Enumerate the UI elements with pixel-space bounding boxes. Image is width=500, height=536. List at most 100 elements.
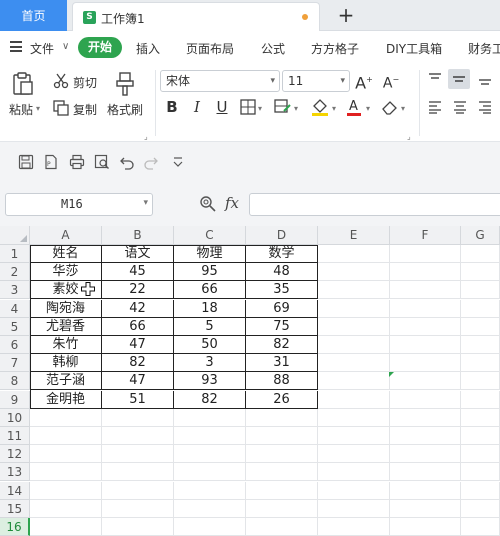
chevron-down-icon[interactable]: ▾ [340, 71, 345, 91]
chevron-down-icon[interactable]: ▾ [143, 198, 148, 208]
fill-color-icon[interactable] [311, 97, 329, 117]
underline-icon[interactable]: U [213, 98, 231, 116]
cell-a2[interactable]: 华莎 [30, 263, 102, 282]
cell-d10[interactable] [246, 408, 318, 427]
row-header-5[interactable]: 5 [0, 317, 30, 336]
chevron-down-icon[interactable]: ▾ [36, 104, 40, 113]
cell-b8[interactable]: 47 [102, 372, 174, 391]
align-right-icon[interactable] [478, 100, 492, 114]
cell-f3[interactable] [390, 281, 461, 300]
cell-b5[interactable]: 66 [102, 317, 174, 336]
cell-e7[interactable] [318, 354, 390, 373]
cell-e14[interactable] [318, 481, 390, 500]
cell-g16[interactable] [461, 518, 500, 536]
chevron-down-icon[interactable]: ∨ [62, 41, 69, 52]
cell-e16[interactable] [318, 518, 390, 536]
cell-g9[interactable] [461, 390, 500, 409]
cell-c16[interactable] [174, 518, 246, 536]
insert-function-icon[interactable]: fx [225, 194, 239, 212]
cell-d6[interactable]: 82 [246, 336, 318, 354]
cell-g2[interactable] [461, 263, 500, 282]
cell-e3[interactable] [318, 281, 390, 300]
cell-c13[interactable] [174, 463, 246, 482]
cell-e10[interactable] [318, 408, 390, 427]
cut-label[interactable]: 剪切 [73, 74, 97, 91]
cell-b10[interactable] [102, 408, 174, 427]
format-painter-icon[interactable] [115, 72, 135, 96]
column-header-g[interactable]: G [461, 226, 500, 245]
cell-c12[interactable] [174, 445, 246, 464]
column-header-b[interactable]: B [102, 226, 174, 245]
row-header-1[interactable]: 1 [0, 245, 30, 263]
cell-d15[interactable] [246, 499, 318, 518]
cell-e13[interactable] [318, 463, 390, 482]
format-painter-label[interactable]: 格式刷 [107, 101, 143, 118]
undo-icon[interactable] [119, 154, 135, 170]
cell-g3[interactable] [461, 281, 500, 300]
cell-f10[interactable] [390, 408, 461, 427]
cell-a11[interactable] [30, 427, 102, 445]
cell-a15[interactable] [30, 499, 102, 518]
align-top-icon[interactable] [428, 72, 442, 86]
align-bottom-icon[interactable] [478, 72, 492, 86]
cell-g5[interactable] [461, 317, 500, 336]
row-header-11[interactable]: 11 [0, 427, 30, 445]
cell-style-icon[interactable] [274, 99, 292, 115]
cell-g14[interactable] [461, 481, 500, 500]
print-icon[interactable] [69, 154, 85, 170]
column-header-a[interactable]: A [30, 226, 102, 245]
column-header-f[interactable]: F [390, 226, 461, 245]
menu-formula[interactable]: 公式 [261, 40, 285, 57]
cell-c7[interactable]: 3 [174, 354, 246, 373]
cell-a12[interactable] [30, 445, 102, 464]
cell-b9[interactable]: 51 [102, 390, 174, 409]
cell-b14[interactable] [102, 481, 174, 500]
cell-c10[interactable] [174, 408, 246, 427]
export-pdf-icon[interactable]: P [43, 154, 59, 170]
cell-a16[interactable] [30, 518, 102, 536]
cut-icon[interactable] [53, 73, 69, 89]
font-launcher-icon[interactable]: ⌟ [407, 132, 411, 141]
row-header-7[interactable]: 7 [0, 354, 30, 373]
row-header-13[interactable]: 13 [0, 463, 30, 482]
cell-d9[interactable]: 26 [246, 390, 318, 409]
cell-a4[interactable]: 陶宛海 [30, 299, 102, 318]
menu-finance[interactable]: 财务工 [468, 40, 500, 57]
row-header-8[interactable]: 8 [0, 372, 30, 391]
cell-d3[interactable]: 35 [246, 281, 318, 300]
cell-c2[interactable]: 95 [174, 263, 246, 282]
hamburger-icon[interactable] [10, 41, 22, 52]
cell-b4[interactable]: 42 [102, 299, 174, 318]
cell-b7[interactable]: 82 [102, 354, 174, 373]
cell-b13[interactable] [102, 463, 174, 482]
cell-d16[interactable] [246, 518, 318, 536]
row-header-16[interactable]: 16 [0, 518, 30, 536]
redo-icon[interactable] [143, 154, 159, 170]
cell-b6[interactable]: 47 [102, 336, 174, 354]
cell-b1[interactable]: 语文 [102, 245, 174, 263]
row-header-4[interactable]: 4 [0, 299, 30, 318]
row-header-12[interactable]: 12 [0, 445, 30, 464]
cell-d12[interactable] [246, 445, 318, 464]
align-left-icon[interactable] [428, 100, 442, 114]
cell-d8[interactable]: 88 [246, 372, 318, 391]
row-header-9[interactable]: 9 [0, 390, 30, 409]
cell-a9[interactable]: 金明艳 [30, 390, 102, 409]
font-size-combo[interactable]: 11 ▾ [282, 70, 350, 92]
row-header-3[interactable]: 3 [0, 281, 30, 300]
align-center-icon[interactable] [453, 100, 467, 114]
cell-c8[interactable]: 93 [174, 372, 246, 391]
spreadsheet-grid[interactable]: ABCDEFG 1 2 3 4 5 6 7 8 9 10 11 12 13 14 15 16 姓名 语文 物理 数学… [0, 226, 500, 536]
chevron-down-icon[interactable]: ▾ [258, 104, 262, 113]
chevron-down-icon[interactable]: ▾ [270, 71, 275, 91]
formula-input[interactable] [249, 193, 500, 216]
cell-g12[interactable] [461, 445, 500, 464]
italic-icon[interactable]: I [188, 98, 206, 116]
cell-d14[interactable] [246, 481, 318, 500]
cell-f9[interactable] [390, 390, 461, 409]
cell-b11[interactable] [102, 427, 174, 445]
decrease-font-icon[interactable]: A− [382, 71, 400, 92]
cell-c3[interactable]: 66 [174, 281, 246, 300]
tab-home[interactable]: 首页 [0, 0, 67, 31]
cell-f2[interactable] [390, 263, 461, 282]
